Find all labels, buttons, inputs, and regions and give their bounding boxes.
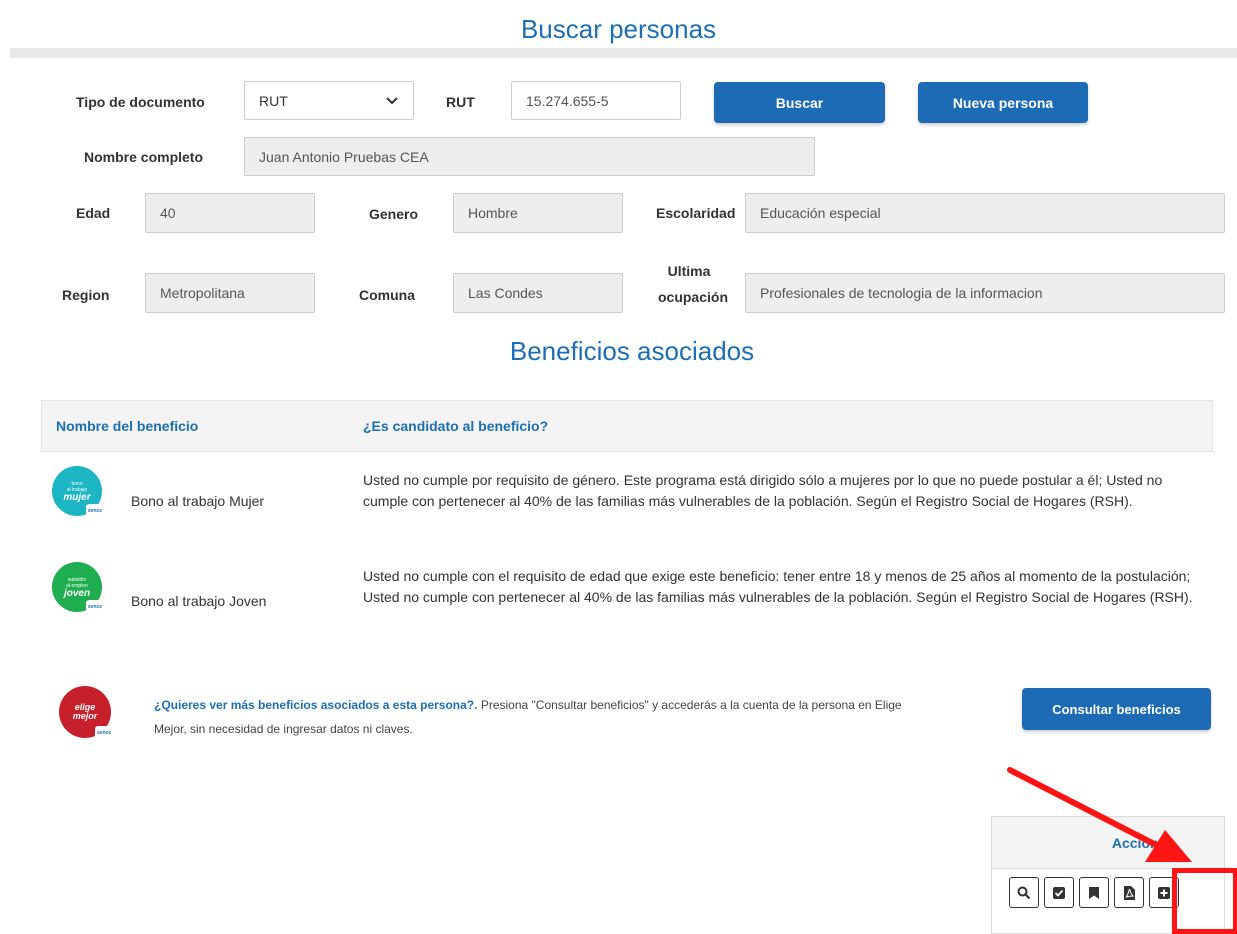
- age-label: Edad: [76, 205, 111, 221]
- benefits-title: Beneficios asociados: [509, 336, 755, 366]
- pdf-action-button[interactable]: [1114, 877, 1144, 908]
- promo-question: ¿Quieres ver más beneficios asociados a …: [154, 698, 478, 712]
- region-field: Metropolitana: [145, 273, 315, 313]
- doc-type-label: Tipo de documento: [76, 94, 205, 110]
- check-action-button[interactable]: [1044, 877, 1074, 908]
- benefit-description: Usted no cumple con el requisito de edad…: [363, 568, 1193, 605]
- title-divider: [10, 48, 1237, 58]
- consult-benefits-button[interactable]: Consultar beneficios: [1022, 688, 1211, 730]
- gender-field: Hombre: [453, 193, 623, 233]
- bono-mujer-logo: bono al trabajo mujer sence: [52, 466, 104, 518]
- actions-header: Acciones: [992, 817, 1224, 869]
- page-title: Buscar personas: [520, 14, 717, 44]
- search-action-button[interactable]: [1009, 877, 1039, 908]
- doc-type-select[interactable]: RUT: [244, 81, 414, 120]
- benefits-table-header: Nombre del beneficio ¿Es candidato al be…: [41, 400, 1213, 452]
- elige-mejor-logo: elige mejor sence: [59, 686, 113, 740]
- new-person-button[interactable]: Nueva persona: [918, 82, 1088, 123]
- region-label: Region: [62, 287, 110, 303]
- benefit-name: Bono al trabajo Joven: [131, 593, 267, 609]
- highlight-box: [1172, 868, 1237, 934]
- commune-label: Comuna: [359, 287, 415, 303]
- rut-label: RUT: [446, 94, 475, 110]
- gender-label: Genero: [369, 206, 419, 222]
- bookmark-action-button[interactable]: [1079, 877, 1109, 908]
- pdf-icon: [1123, 885, 1135, 900]
- age-field: 40: [145, 193, 315, 233]
- doc-type-value: RUT: [259, 92, 288, 109]
- last-job-label-line1: Ultima: [667, 263, 711, 279]
- check-icon: [1053, 886, 1065, 899]
- full-name-label: Nombre completo: [84, 149, 204, 165]
- commune-field: Las Condes: [453, 273, 623, 313]
- schooling-label: Escolaridad: [656, 205, 736, 221]
- last-job-label: Ultima ocupación: [650, 263, 728, 305]
- last-job-field: Profesionales de tecnologia de la inform…: [745, 273, 1225, 313]
- col-benefit-name: Nombre del beneficio: [56, 418, 199, 434]
- col-candidate: ¿Es candidato al beneficio?: [363, 418, 549, 434]
- benefit-name: Bono al trabajo Mujer: [131, 493, 265, 509]
- schooling-field: Educación especial: [745, 193, 1225, 233]
- search-icon: [1017, 886, 1031, 899]
- benefit-description: Usted no cumple por requisito de género.…: [363, 472, 1163, 509]
- bono-joven-logo: subsidio al empleo joven sence: [52, 562, 104, 614]
- full-name-field: Juan Antonio Pruebas CEA: [244, 137, 815, 176]
- chevron-down-icon: [386, 96, 398, 104]
- last-job-label-line2: ocupación: [657, 289, 728, 305]
- search-button[interactable]: Buscar: [714, 82, 885, 123]
- rut-input[interactable]: 15.274.655-5: [511, 81, 681, 120]
- bookmark-icon: [1089, 886, 1099, 899]
- promo-text: ¿Quieres ver más beneficios asociados a …: [154, 693, 934, 741]
- plus-square-icon: [1158, 886, 1170, 899]
